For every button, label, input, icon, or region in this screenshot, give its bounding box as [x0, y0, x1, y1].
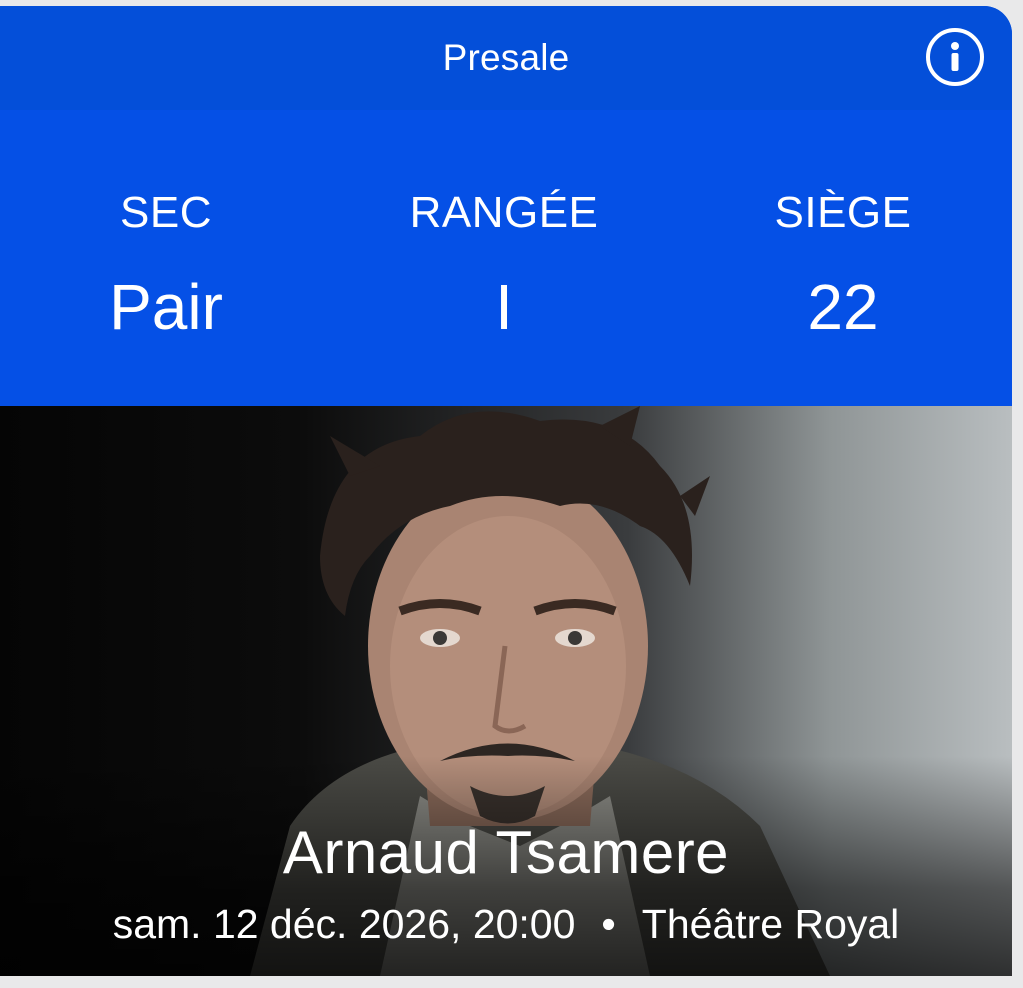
separator-dot: •: [601, 901, 616, 947]
row-value: I: [495, 271, 513, 343]
info-icon[interactable]: [926, 28, 984, 86]
seat-label: SIÈGE: [774, 188, 912, 237]
section-value: Pair: [109, 271, 223, 343]
ticket-type-title: Presale: [442, 37, 570, 78]
event-photo: Arnaud Tsamere sam. 12 déc. 2026, 20:00 •…: [0, 406, 1012, 976]
row-label: RANGÉE: [409, 188, 599, 237]
ticket-card[interactable]: Presale SEC Pair RANGÉE I SIÈGE 22 Arnau…: [0, 6, 1012, 976]
section-label: SEC: [120, 188, 212, 237]
performer-name: Arnaud Tsamere: [282, 819, 730, 886]
event-datetime: sam. 12 déc. 2026, 20:00: [112, 901, 576, 947]
event-details: sam. 12 déc. 2026, 20:00 • Théâtre Royal: [0, 901, 1012, 948]
event-venue: Théâtre Royal: [641, 901, 900, 947]
seat-value: 22: [807, 271, 879, 343]
seat-info-panel: SEC Pair RANGÉE I SIÈGE 22: [0, 110, 1012, 406]
ticket-header: Presale: [0, 6, 1012, 110]
